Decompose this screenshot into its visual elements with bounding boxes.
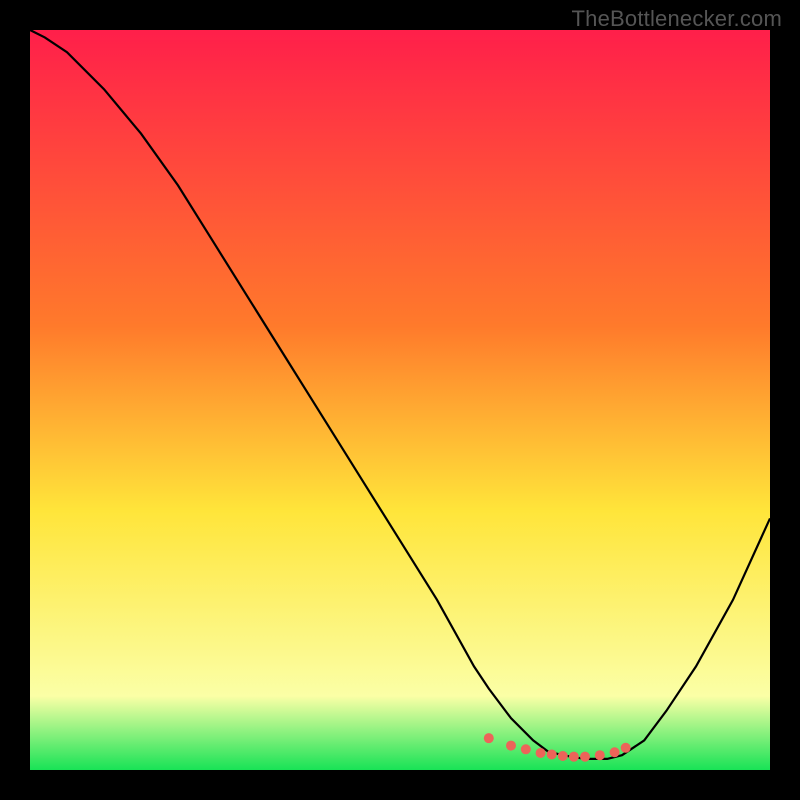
dot xyxy=(484,733,494,743)
dot xyxy=(558,751,568,761)
dot xyxy=(506,741,516,751)
chart-svg xyxy=(30,30,770,770)
gradient-background xyxy=(30,30,770,770)
dot xyxy=(521,744,531,754)
plot-area xyxy=(30,30,770,770)
chart-frame: TheBottlenecker.com xyxy=(0,0,800,800)
dot xyxy=(580,752,590,762)
dot xyxy=(610,747,620,757)
dot xyxy=(536,748,546,758)
watermark-text: TheBottlenecker.com xyxy=(572,6,782,32)
dot xyxy=(595,750,605,760)
dot xyxy=(569,752,579,762)
dot xyxy=(621,743,631,753)
dot xyxy=(547,749,557,759)
